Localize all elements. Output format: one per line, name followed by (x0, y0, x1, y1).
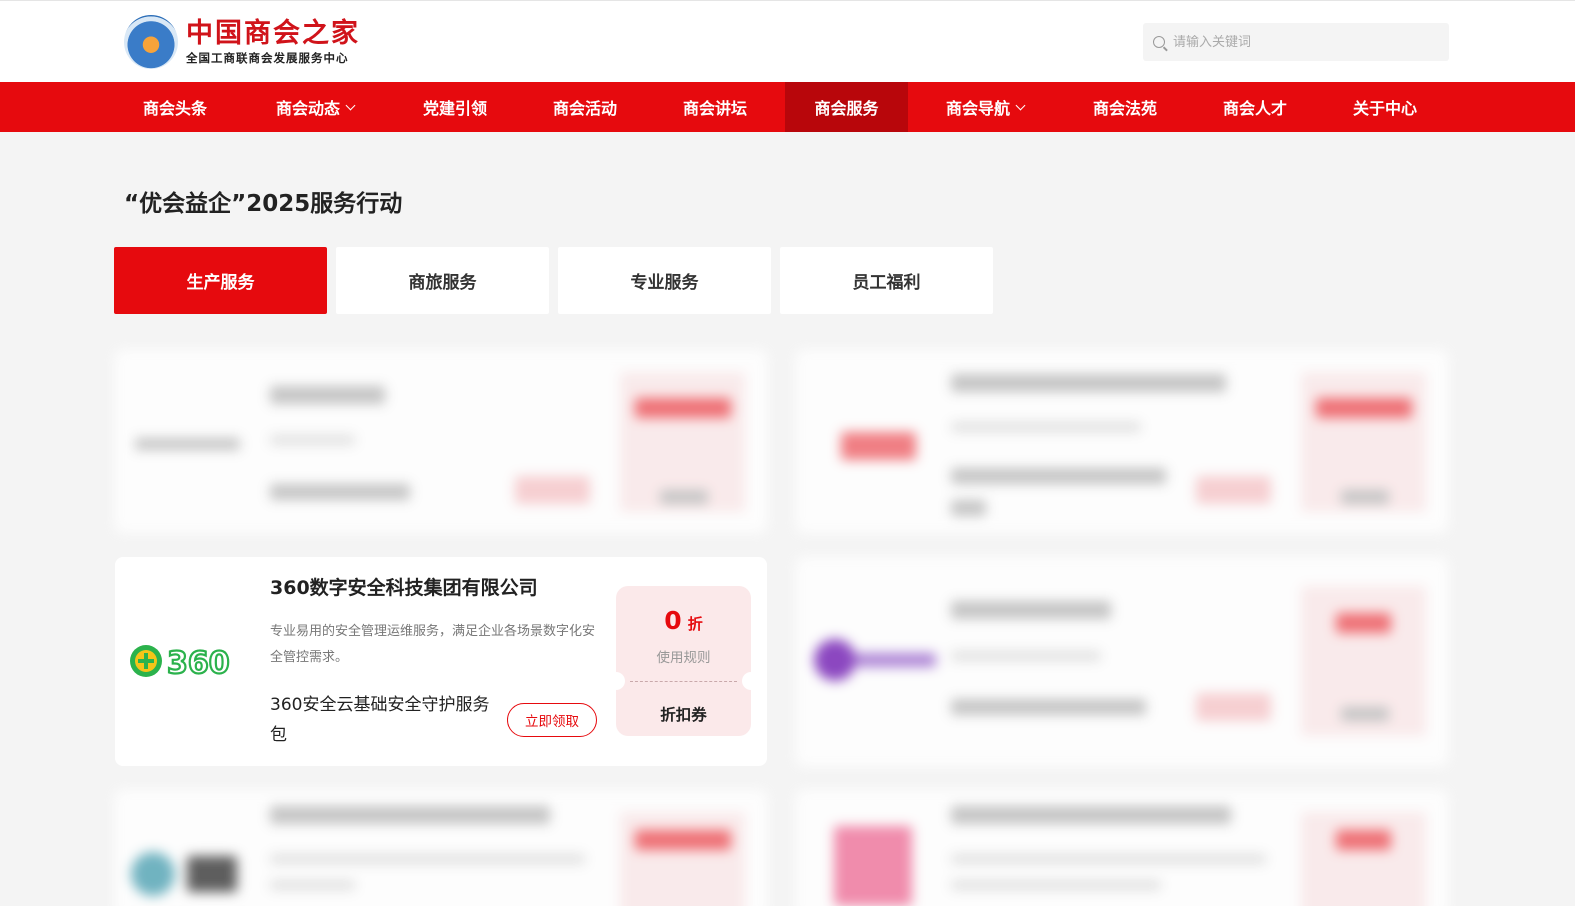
nav-item-services[interactable]: 商会服务 (785, 82, 908, 132)
text-placeholder (951, 468, 1166, 484)
logo-text: 中国商会之家 全国工商联商会发展服务中心 (186, 18, 360, 66)
offer-card-blurred[interactable] (115, 790, 767, 906)
coupon-type-placeholder (1341, 707, 1389, 721)
nav-label: 商会头条 (142, 99, 207, 118)
nav-label: 商会活动 (552, 99, 617, 118)
logo-title: 中国商会之家 (186, 18, 360, 49)
text-placeholder (270, 435, 355, 445)
chevron-down-icon (345, 100, 356, 110)
coupon-type-placeholder (660, 490, 708, 504)
offer-card-blurred[interactable] (796, 350, 1448, 533)
coupon-type-placeholder (1341, 490, 1389, 504)
coupon-notch-right (742, 672, 760, 690)
company-name[interactable]: 360数字安全科技集团有限公司 (270, 573, 538, 600)
text-placeholder (270, 484, 410, 500)
coupon-value: 0折 (616, 606, 751, 635)
nav-label: 商会人才 (1222, 99, 1287, 118)
text-placeholder (270, 386, 385, 404)
search-input[interactable] (1173, 34, 1433, 50)
nav-item-party[interactable]: 党建引领 (393, 82, 517, 132)
button-placeholder (1196, 693, 1271, 721)
site-logo[interactable]: 中国商会之家 全国工商联商会发展服务中心 (124, 15, 374, 69)
nav-item-headlines[interactable]: 商会头条 (113, 82, 237, 132)
coupon-placeholder (620, 812, 745, 906)
claim-button[interactable]: 立即领取 (507, 703, 597, 737)
text-placeholder (270, 880, 355, 890)
logo-placeholder (814, 639, 856, 681)
logo-placeholder (856, 653, 936, 667)
logo-placeholder (131, 852, 175, 896)
text-placeholder (951, 500, 986, 516)
nav-label: 商会动态 (275, 99, 340, 118)
coupon-placeholder (1301, 812, 1426, 906)
company-logo: 360 (129, 641, 251, 681)
text-placeholder (951, 601, 1111, 619)
page-title: “优会益企”2025服务行动 (124, 191, 403, 217)
nav-label: 关于中心 (1352, 99, 1417, 118)
nav-label: 商会导航 (945, 99, 1010, 118)
text-placeholder (951, 699, 1146, 715)
emblem-icon (124, 15, 178, 69)
offer-card-blurred[interactable] (115, 350, 767, 533)
button-placeholder (515, 476, 590, 504)
nav-label: 商会服务 (814, 99, 879, 118)
text-placeholder (951, 880, 1161, 890)
logo-subtitle: 全国工商联商会发展服务中心 (186, 51, 349, 65)
text-placeholder (951, 806, 1231, 824)
search-icon (1153, 36, 1165, 48)
button-placeholder (1196, 476, 1271, 504)
coupon-value-placeholder (635, 398, 731, 418)
nav-item-about[interactable]: 关于中心 (1323, 82, 1447, 132)
offer-card-360: 360 360数字安全科技集团有限公司 专业易用的安全管理运维服务，满足企业各场… (115, 557, 767, 766)
nav-item-forum[interactable]: 商会讲坛 (653, 82, 777, 132)
site-header: 中国商会之家 全国工商联商会发展服务中心 (0, 0, 1575, 82)
logo-placeholder (841, 432, 916, 460)
coupon-type: 折扣券 (660, 706, 707, 724)
360-logo-icon: 360 (130, 645, 231, 679)
nav-label: 党建引领 (422, 99, 487, 118)
main-nav: 商会头条 商会动态 党建引领 商会活动 商会讲坛 商会服务 商会导航 商会法苑 … (0, 82, 1575, 132)
text-placeholder (951, 374, 1226, 392)
coupon-divider (630, 681, 737, 682)
tab-production-services[interactable]: 生产服务 (114, 247, 327, 314)
tab-professional-services[interactable]: 专业服务 (558, 247, 771, 314)
text-placeholder (951, 422, 1141, 432)
nav-item-talent[interactable]: 商会人才 (1193, 82, 1317, 132)
product-name: 360安全云基础安全守护服务包 (270, 695, 490, 745)
coupon-number: 0 (664, 606, 682, 635)
text-placeholder (951, 651, 1101, 661)
tab-employee-benefits[interactable]: 员工福利 (780, 247, 993, 314)
text-placeholder (270, 806, 550, 824)
offer-card-blurred[interactable] (796, 790, 1448, 906)
nav-label: 商会讲坛 (682, 99, 747, 118)
search-box[interactable] (1143, 23, 1449, 61)
nav-item-legal[interactable]: 商会法苑 (1063, 82, 1187, 132)
logo-placeholder (187, 856, 237, 892)
coupon-value-placeholder (1336, 613, 1391, 633)
nav-item-news[interactable]: 商会动态 (253, 82, 377, 132)
coupon-unit: 折 (687, 615, 703, 633)
coupon-value-placeholder (1316, 398, 1412, 418)
usage-rules-link[interactable]: 使用规则 (616, 646, 751, 666)
service-description: 专业易用的安全管理运维服务，满足企业各场景数字化安全管控需求。 (270, 624, 596, 665)
logo-placeholder (834, 826, 912, 906)
logo-placeholder (135, 438, 240, 450)
logo-text: 360 (167, 646, 230, 679)
nav-item-events[interactable]: 商会活动 (523, 82, 647, 132)
chevron-down-icon (1015, 100, 1026, 110)
tab-business-travel[interactable]: 商旅服务 (336, 247, 549, 314)
coupon-notch-left (607, 672, 625, 690)
coupon-value-placeholder (635, 830, 731, 850)
offer-card-blurred[interactable] (796, 557, 1448, 766)
text-placeholder (270, 854, 585, 864)
nav-label: 商会法苑 (1092, 99, 1157, 118)
text-placeholder (951, 854, 1266, 864)
coupon-ticket[interactable]: 0折 使用规则 折扣券 (607, 586, 760, 736)
coupon-value-placeholder (1336, 830, 1391, 850)
nav-item-navigation[interactable]: 商会导航 (923, 82, 1047, 132)
